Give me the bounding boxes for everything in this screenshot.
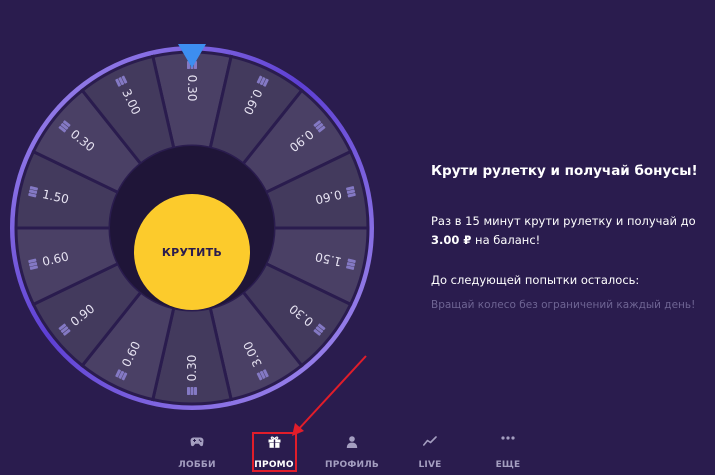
- nav-lobby[interactable]: ЛОББИ: [177, 436, 217, 470]
- segment-value: 0.30: [185, 355, 199, 382]
- segment-value: 0.30: [185, 75, 199, 102]
- bonus-amount: 3.00 ₽: [431, 233, 472, 247]
- prize-wheel: 0.30 0.60 0.90 0.60 1.50 0.30 3.00 0.30 0.60 0.90…: [0, 36, 385, 421]
- nav-lobby-label: ЛОББИ: [178, 460, 216, 470]
- info-title: Крути рулетку и получай бонусы!: [431, 163, 698, 179]
- info-line2: на баланс!: [471, 233, 541, 247]
- info-note: Вращай колесо без ограничений каждый ден…: [431, 299, 696, 311]
- user-icon: [346, 436, 358, 448]
- spin-button[interactable]: КРУТИТЬ: [134, 194, 250, 310]
- more-dots-icon: [501, 436, 515, 440]
- nav-more[interactable]: ЕЩЕ: [492, 436, 524, 470]
- nav-more-label: ЕЩЕ: [495, 460, 521, 470]
- nav-live[interactable]: LIVE: [414, 436, 446, 470]
- nav-promo[interactable]: ПРОМО: [254, 436, 294, 470]
- nav-profile-label: ПРОФИЛЬ: [325, 460, 379, 470]
- nav-profile[interactable]: ПРОФИЛЬ: [322, 436, 382, 470]
- info-panel: Крути рулетку и получай бонусы! Раз в 15…: [431, 163, 715, 311]
- nav-live-label: LIVE: [418, 460, 442, 470]
- gamepad-icon: [190, 437, 204, 447]
- info-description: Раз в 15 минут крути рулетку и получай д…: [431, 212, 715, 250]
- info-line1: Раз в 15 минут крути рулетку и получай д…: [431, 214, 696, 228]
- next-try-label: До следующей попытки осталось:: [431, 273, 640, 287]
- nav-promo-label: ПРОМО: [254, 460, 294, 470]
- coin-stack-icon: [187, 387, 197, 395]
- chart-icon: [423, 436, 437, 446]
- gift-icon: [268, 436, 280, 448]
